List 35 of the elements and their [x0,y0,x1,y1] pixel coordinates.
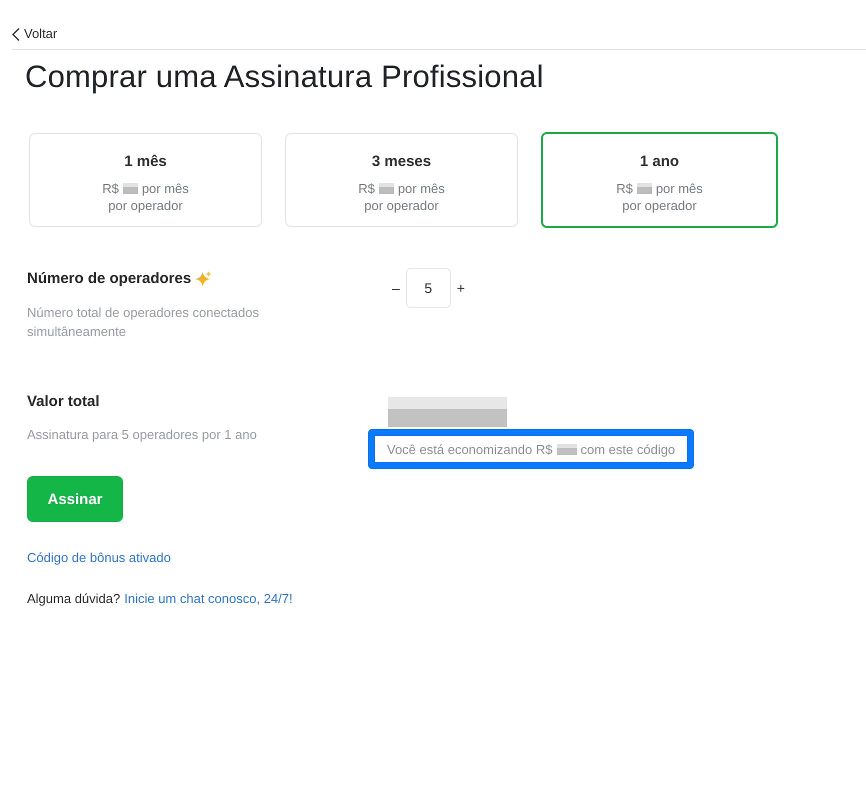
chat-link[interactable]: Inicie um chat conosco, 24/7! [124,590,293,608]
operator-count-field[interactable]: 5 [406,268,451,308]
redacted-amount-block [556,444,576,454]
section-label: Número de operadores [27,269,192,289]
back-link[interactable]: Voltar [12,26,58,42]
price-unit: por operador [622,197,697,214]
currency-label: R$ [358,180,375,197]
plan-duration: 3 meses [372,152,432,172]
increment-button[interactable]: + [454,279,467,297]
help-text: Alguma dúvida? [27,590,120,608]
price-period: por mês [142,180,189,197]
section-label: Valor total [27,392,100,412]
savings-text: com este código [580,442,676,456]
section-description: Assinatura para 5 operadores por 1 ano [27,426,257,444]
bonus-code-link[interactable]: Código de bônus ativado [27,549,171,567]
price-period: por mês [398,180,445,197]
price-period: por mês [656,180,703,197]
sparkle-icon [194,270,212,288]
currency-label: R$ [616,180,633,197]
currency-label: R$ [102,180,119,197]
plan-card[interactable]: 1 mês R$ por mês por operador [29,133,262,227]
page-title: Comprar uma Assinatura Profissional [25,59,544,95]
plan-duration: 1 mês [124,152,167,172]
plan-card[interactable]: 3 meses R$ por mês por operador [285,133,518,227]
redacted-price-block [122,183,138,194]
redacted-price-block [378,183,394,194]
price-unit: por operador [364,197,439,214]
section-description: Número total de operadores conectados simultâneamente [27,304,260,341]
plan-duration: 1 ano [640,152,680,172]
redacted-price-block [636,183,652,194]
plan-card[interactable]: 1 ano R$ por mês por operador [541,132,778,228]
chevron-left-icon [12,28,20,40]
decrement-button[interactable]: – [390,279,402,297]
price-unit: por operador [108,197,183,214]
savings-text: Você está economizando R$ [387,442,552,456]
